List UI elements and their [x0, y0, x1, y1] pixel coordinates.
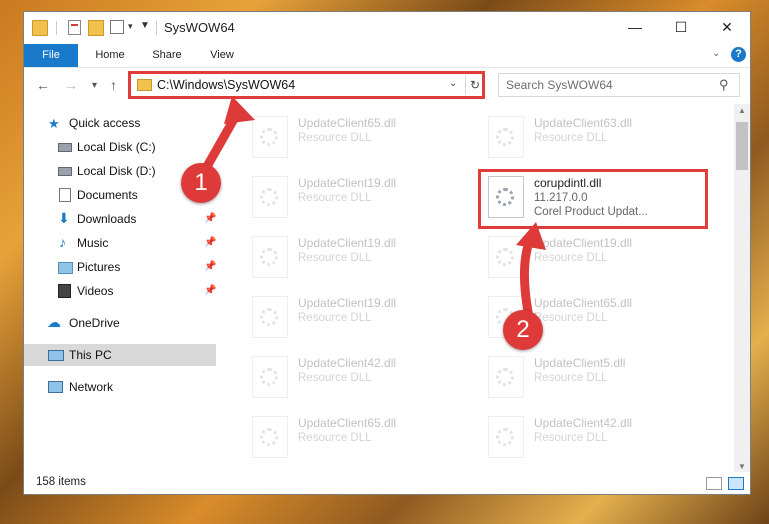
callout-1: 1	[181, 163, 221, 203]
annotation-arrows	[200, 96, 546, 317]
arrow-1-head	[224, 96, 255, 124]
arrow-2	[519, 235, 535, 317]
arrow-2-head	[516, 222, 546, 250]
callout-2: 2	[503, 310, 543, 350]
